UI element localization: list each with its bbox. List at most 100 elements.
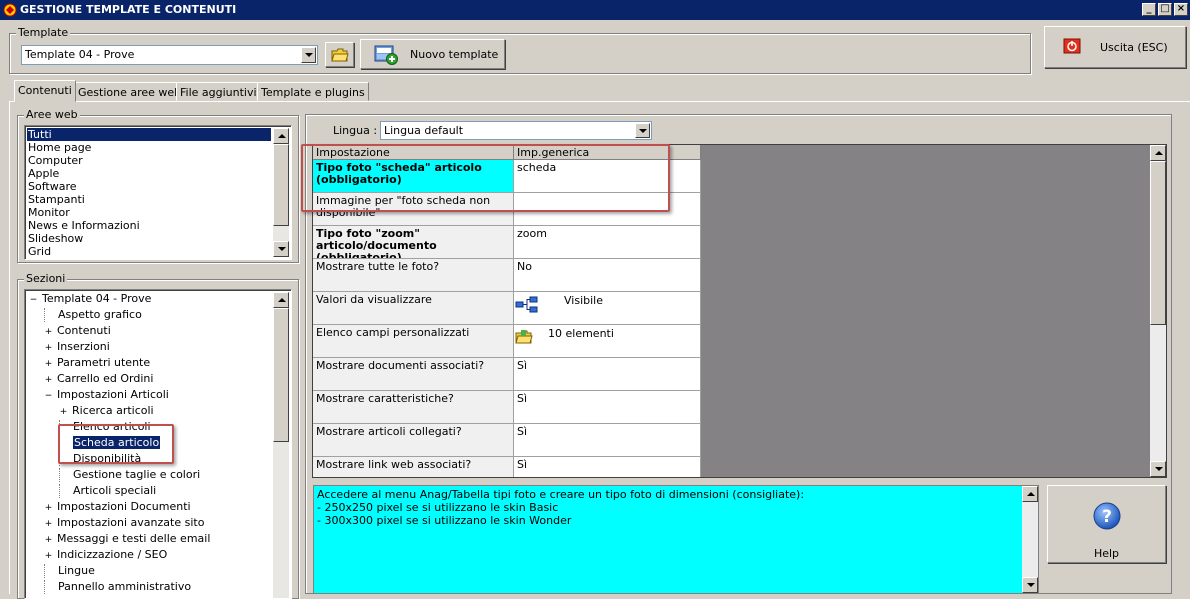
maximize-button[interactable]: □	[1158, 3, 1172, 16]
grid-row-label[interactable]: Mostrare link web associati?	[313, 457, 514, 477]
grid-row-value[interactable]: Sì	[514, 391, 701, 424]
expand-icon[interactable]: +	[44, 520, 53, 529]
tree-item[interactable]: + Ricerca articoli	[59, 404, 154, 418]
grid-value-text: Sì	[517, 392, 528, 405]
tree-item[interactable]: Pannello amministrativo	[44, 580, 191, 594]
grid-row-label[interactable]: Mostrare documenti associati?	[313, 358, 514, 391]
expand-icon[interactable]: +	[44, 536, 53, 545]
scroll-thumb[interactable]	[1150, 161, 1166, 325]
sezioni-scrollbar[interactable]	[273, 292, 289, 598]
tree-item[interactable]: Articoli speciali	[59, 484, 156, 498]
list-item[interactable]: Apple	[27, 167, 271, 180]
grid-row-label[interactable]: Mostrare articoli collegati?	[313, 424, 514, 457]
list-item[interactable]: Stampanti	[27, 193, 271, 206]
list-item[interactable]: Software	[27, 180, 271, 193]
annotation-highlight-grid	[301, 144, 670, 212]
grid-row-label[interactable]: Tipo foto "zoom" articolo/documento (obb…	[313, 226, 514, 259]
grid-row-value[interactable]: Visibile	[514, 292, 701, 325]
tree-item[interactable]: Gestione taglie e colori	[59, 468, 200, 482]
grid-row-value[interactable]: No	[514, 259, 701, 292]
chevron-down-icon[interactable]	[635, 123, 650, 138]
collapse-icon[interactable]: −	[44, 392, 53, 401]
tree-item-label: Gestione taglie e colori	[73, 468, 201, 481]
template-group-label: Template	[16, 26, 71, 39]
tree-item[interactable]: + Messaggi e testi delle email	[44, 532, 211, 546]
tree-item[interactable]: + Impostazioni Documenti	[44, 500, 191, 514]
expand-icon[interactable]: +	[44, 552, 53, 561]
scroll-down-button[interactable]	[1150, 461, 1166, 477]
expand-icon[interactable]: +	[44, 360, 53, 369]
description-box[interactable]: Accedere al menu Anag/Tabella tipi foto …	[313, 485, 1039, 594]
grid-value-text: Visibile	[564, 294, 603, 307]
tree-item[interactable]: Aspetto grafico	[44, 308, 142, 322]
tree-item[interactable]: + Indicizzazione / SEO	[44, 548, 168, 562]
list-item[interactable]: Slideshow	[27, 232, 271, 245]
grid-scrollbar[interactable]	[1150, 145, 1166, 477]
tab-template-plugins[interactable]: Template e plugins	[257, 82, 369, 101]
grid-row-label[interactable]: Mostrare tutte le foto?	[313, 259, 514, 292]
scroll-up-button[interactable]	[273, 128, 289, 144]
tab-label: File aggiuntivi	[180, 86, 257, 99]
grid-row-value[interactable]: Sì	[514, 358, 701, 391]
list-item[interactable]: Computer	[27, 154, 271, 167]
chevron-down-icon[interactable]	[301, 47, 316, 63]
lingua-label: Lingua :	[333, 124, 378, 137]
tree-item[interactable]: + Contenuti	[44, 324, 111, 338]
expand-icon[interactable]: +	[44, 504, 53, 513]
tab-contenuti[interactable]: Contenuti	[14, 80, 76, 102]
scroll-down-button[interactable]	[1022, 577, 1038, 593]
grid-row-value[interactable]: zoom	[514, 226, 701, 259]
svg-text:?: ?	[1102, 507, 1112, 527]
template-select-value: Template 04 - Prove	[25, 48, 135, 61]
expand-icon[interactable]: +	[44, 328, 53, 337]
collapse-icon[interactable]: −	[29, 296, 38, 305]
scroll-up-button[interactable]	[273, 292, 289, 308]
tree-item[interactable]: − Impostazioni Articoli	[44, 388, 169, 402]
tab-label: Template e plugins	[261, 86, 365, 99]
tree-item[interactable]: Lingue	[44, 564, 95, 578]
tree-item[interactable]: − Template 04 - Prove	[29, 292, 152, 306]
expand-icon[interactable]: +	[59, 408, 68, 417]
grid-row-label[interactable]: Valori da visualizzare	[313, 292, 514, 325]
grid-value-text: Sì	[517, 359, 528, 372]
list-item[interactable]: Grid	[27, 245, 271, 258]
grid-row-label[interactable]: Elenco campi personalizzati	[313, 325, 514, 358]
list-item[interactable]: News e Informazioni	[27, 219, 271, 232]
new-template-button[interactable]: Nuovo template	[360, 39, 505, 69]
list-item[interactable]: Tutti	[27, 128, 271, 141]
expand-icon[interactable]: +	[44, 376, 53, 385]
tree-item[interactable]: + Carrello ed Ordini	[44, 372, 154, 386]
tree-item-label: Articoli speciali	[73, 484, 157, 497]
help-button[interactable]: ? Help	[1047, 485, 1166, 563]
scroll-thumb[interactable]	[273, 308, 289, 442]
tab-file-aggiuntivi[interactable]: File aggiuntivi	[176, 82, 261, 101]
tree-item[interactable]: + Inserzioni	[44, 340, 110, 354]
lingua-select[interactable]: Lingua default	[380, 121, 652, 140]
scroll-thumb[interactable]	[273, 144, 289, 226]
scroll-up-button[interactable]	[1022, 486, 1038, 502]
aree-web-listbox[interactable]: Tutti Home page Computer Apple Software Stamp…	[24, 125, 292, 260]
description-line: - 300x300 pixel se si utilizzano le skin…	[317, 514, 572, 527]
tree-structure-icon	[515, 296, 539, 314]
open-folder-button[interactable]	[325, 42, 354, 67]
aree-scrollbar[interactable]	[273, 128, 289, 257]
grid-row-value[interactable]: Sì	[514, 424, 701, 457]
close-button[interactable]: ×	[1174, 3, 1188, 16]
grid-row-value[interactable]: Sì	[514, 457, 701, 477]
grid-row-value[interactable]: 10 elementi	[514, 325, 701, 358]
exit-label: Uscita (ESC)	[1100, 41, 1168, 54]
exit-button[interactable]: Uscita (ESC)	[1044, 26, 1186, 68]
description-scrollbar[interactable]	[1022, 486, 1038, 593]
grid-row-label[interactable]: Mostrare caratteristiche?	[313, 391, 514, 424]
template-select[interactable]: Template 04 - Prove	[21, 45, 318, 65]
list-item[interactable]: Home page	[27, 141, 271, 154]
tree-item[interactable]: + Parametri utente	[44, 356, 150, 370]
scroll-down-button[interactable]	[273, 241, 289, 257]
tree-item[interactable]: + Impostazioni avanzate sito	[44, 516, 205, 530]
tab-gestione-aree-web[interactable]: Gestione aree web	[74, 82, 186, 101]
scroll-up-button[interactable]	[1150, 145, 1166, 161]
minimize-button[interactable]: _	[1142, 3, 1156, 16]
tree-line-icon	[59, 484, 69, 498]
expand-icon[interactable]: +	[44, 344, 53, 353]
list-item[interactable]: Monitor	[27, 206, 271, 219]
